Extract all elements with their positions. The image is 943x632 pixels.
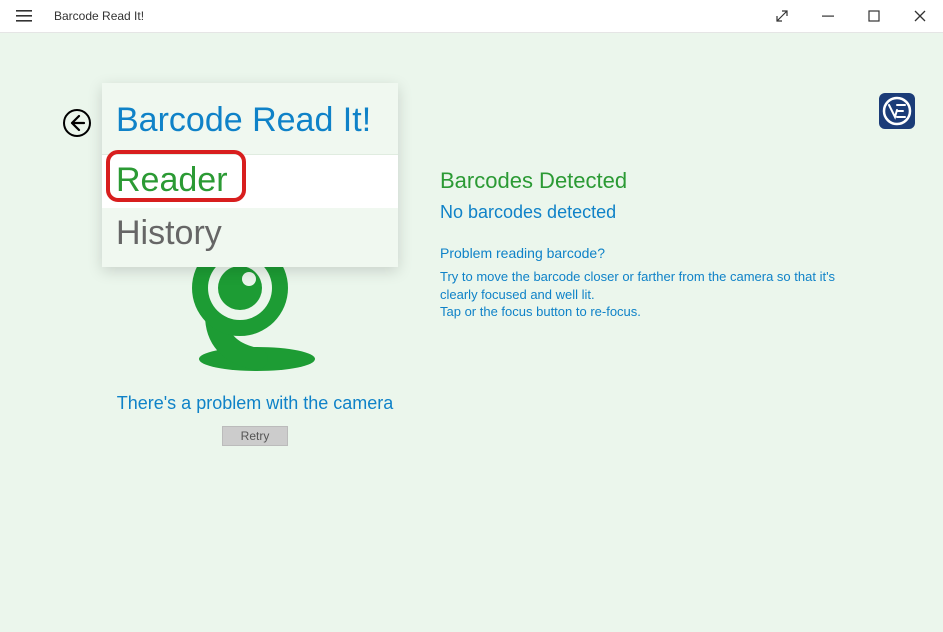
- help-body: Try to move the barcode closer or farthe…: [440, 268, 840, 321]
- ve-logo-badge[interactable]: [879, 93, 915, 129]
- hamburger-menu-button[interactable]: [0, 0, 48, 32]
- ve-logo-icon: [882, 96, 912, 126]
- fullscreen-button[interactable]: [759, 0, 805, 32]
- help-body-line1: Try to move the barcode closer or farthe…: [440, 269, 835, 302]
- window-title: Barcode Read It!: [48, 9, 144, 23]
- back-button[interactable]: [62, 108, 92, 138]
- minimize-button[interactable]: [805, 0, 851, 32]
- detected-panel: Barcodes Detected No barcodes detected P…: [440, 168, 840, 321]
- retry-button[interactable]: Retry: [222, 426, 289, 446]
- maximize-button[interactable]: [851, 0, 897, 32]
- minimize-icon: [822, 10, 834, 22]
- maximize-icon: [868, 10, 880, 22]
- hamburger-icon: [16, 10, 32, 22]
- camera-problem-message: There's a problem with the camera: [100, 393, 410, 414]
- menu-title: Barcode Read It!: [102, 83, 398, 155]
- help-body-line2: Tap or the focus button to re-focus.: [440, 304, 641, 319]
- titlebar: Barcode Read It!: [0, 0, 943, 32]
- close-icon: [914, 10, 926, 22]
- help-question: Problem reading barcode?: [440, 245, 840, 261]
- navigation-menu: Barcode Read It! Reader History: [102, 83, 398, 267]
- close-button[interactable]: [897, 0, 943, 32]
- menu-item-reader[interactable]: Reader: [102, 155, 398, 208]
- detected-status: No barcodes detected: [440, 202, 840, 223]
- app-content: There's a problem with the camera Retry …: [0, 32, 943, 632]
- back-arrow-icon: [62, 108, 92, 138]
- menu-item-history[interactable]: History: [102, 208, 398, 261]
- fullscreen-icon: [776, 10, 788, 22]
- detected-heading: Barcodes Detected: [440, 168, 840, 194]
